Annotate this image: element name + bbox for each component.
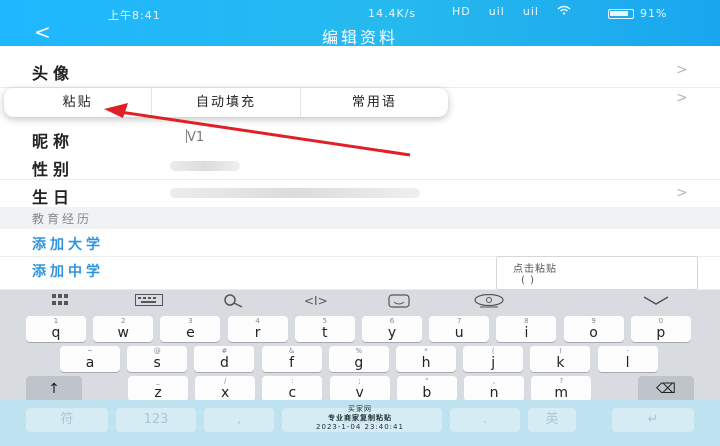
key-w[interactable]: 2w [93,316,154,342]
emoji-icon[interactable] [388,294,410,312]
key-l[interactable]: -l [597,346,658,372]
key-p[interactable]: 0p [630,316,691,342]
key-m[interactable]: ? m [531,376,592,402]
key-n[interactable]: ,n [464,376,524,402]
key-x[interactable]: / x [195,376,256,402]
watermark-line-3: 2023-1-04 23:40:41 [316,423,404,431]
keyboard-toolbar: <I> [0,290,720,314]
key-r[interactable]: 4r [227,316,288,342]
key-a[interactable]: ~ a [60,346,120,372]
key-y[interactable]: 6y [362,316,422,342]
keyboard-bottom-row: 符 123 , space . 英 ↵ 买家网 专业商家复制粘贴 2023-1-… [0,400,720,446]
watermark-line-2: 专业商家复制粘贴 [328,414,392,422]
key-e[interactable]: 3e [160,316,221,342]
key-b[interactable]: " b [396,376,457,402]
keyboard-icon[interactable] [135,294,163,310]
key-h[interactable]: * h [396,346,456,372]
collapse-icon[interactable] [642,294,670,310]
key-o[interactable]: 9o [563,316,624,342]
key-c[interactable]: :c [262,376,323,402]
key-z[interactable]: _ z [128,376,188,402]
soft-keyboard: <I> 1q 2w3e4r5t 6y 7u8i9o0p ~ a @ s # d & f% g * h (j)… [0,290,720,446]
voice-icon[interactable] [474,293,504,312]
search-icon[interactable] [222,294,244,312]
key-i[interactable]: 8i [496,316,557,342]
key-d[interactable]: # d [194,346,255,372]
key-t[interactable]: 5t [294,316,355,342]
backspace-key[interactable]: ⌫ [638,376,694,402]
key-f[interactable]: & f [261,346,322,372]
key-j[interactable]: (j [463,346,524,372]
key-q[interactable]: 1q [26,316,86,342]
key-g[interactable]: % g [328,346,389,372]
key-s[interactable]: @ s [127,346,188,372]
key-u[interactable]: 7u [429,316,490,342]
cursor-icon[interactable]: <I> [304,294,328,308]
key-v[interactable]: ; v [329,376,390,402]
shift-key[interactable]: ↑ [26,376,82,402]
key-k[interactable]: ) k [530,346,591,372]
grid-icon[interactable] [52,294,68,310]
